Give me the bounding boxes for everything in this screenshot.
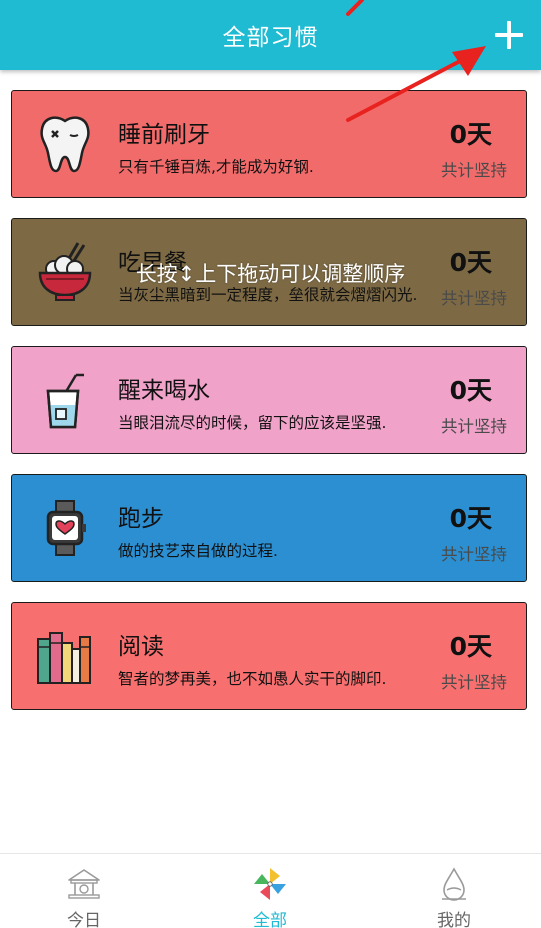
habit-days-count: 0天 <box>449 504 492 533</box>
temple-icon <box>68 869 100 899</box>
drag-hint-toast: 长按↕上下拖动可以调整顺序 <box>135 262 406 286</box>
habit-quote: 当眼泪流尽的时候，留下的应该是坚强. <box>118 414 387 432</box>
habit-quote: 做的技艺来自做的过程. <box>118 542 278 560</box>
habit-days-label: 共计坚持 <box>441 673 507 692</box>
habit-title: 醒来喝水 <box>118 378 210 404</box>
habit-title: 睡前刷牙 <box>118 122 210 148</box>
habit-days-count: 0天 <box>449 120 492 149</box>
habit-days-count: 0天 <box>449 376 492 405</box>
habit-days-label: 共计坚持 <box>441 161 507 180</box>
habit-quote: 当灰尘黑暗到一定程度，垒很就会熠熠闪光. <box>118 286 418 304</box>
add-habit-button[interactable] <box>495 21 523 49</box>
habit-days-label: 共计坚持 <box>441 289 507 308</box>
drink-glass-icon <box>46 373 84 429</box>
tooth-icon <box>40 116 90 173</box>
habit-title: 阅读 <box>118 634 164 660</box>
app-header: 全部习惯 <box>0 0 541 70</box>
habit-card[interactable]: 阅读智者的梦再美，也不如愚人实干的脚印. 0天共计坚持 <box>11 602 527 710</box>
nav-item-mine[interactable]: 我的 <box>394 854 514 928</box>
habit-quote: 只有千锤百炼,才能成为好钢. <box>118 158 314 176</box>
droplet-icon <box>442 867 466 901</box>
habit-days-label: 共计坚持 <box>441 545 507 564</box>
nav-label-today: 今日 <box>67 911 101 928</box>
pinwheel-icon <box>254 868 286 900</box>
nav-label-mine: 我的 <box>437 911 471 928</box>
habit-card[interactable]: 醒来喝水当眼泪流尽的时候，留下的应该是坚强. 0天共计坚持 <box>11 346 527 454</box>
habit-days-label: 共计坚持 <box>441 417 507 436</box>
habit-title: 跑步 <box>118 506 164 532</box>
bottom-nav: 今日 全部 我的 <box>0 853 541 928</box>
nav-label-all: 全部 <box>253 911 287 928</box>
nav-item-all[interactable]: 全部 <box>210 854 330 928</box>
nav-item-today[interactable]: 今日 <box>24 854 144 928</box>
smartwatch-icon <box>46 500 86 556</box>
habit-quote: 智者的梦再美，也不如愚人实干的脚印. <box>118 670 387 688</box>
books-icon <box>37 632 91 684</box>
habit-days-count: 0天 <box>449 632 492 661</box>
page-title: 全部习惯 <box>222 25 319 51</box>
habit-card[interactable]: 睡前刷牙只有千锤百炼,才能成为好钢. 0天共计坚持 <box>11 90 527 198</box>
habit-card[interactable]: 跑步做的技艺来自做的过程. 0天共计坚持 <box>11 474 527 582</box>
